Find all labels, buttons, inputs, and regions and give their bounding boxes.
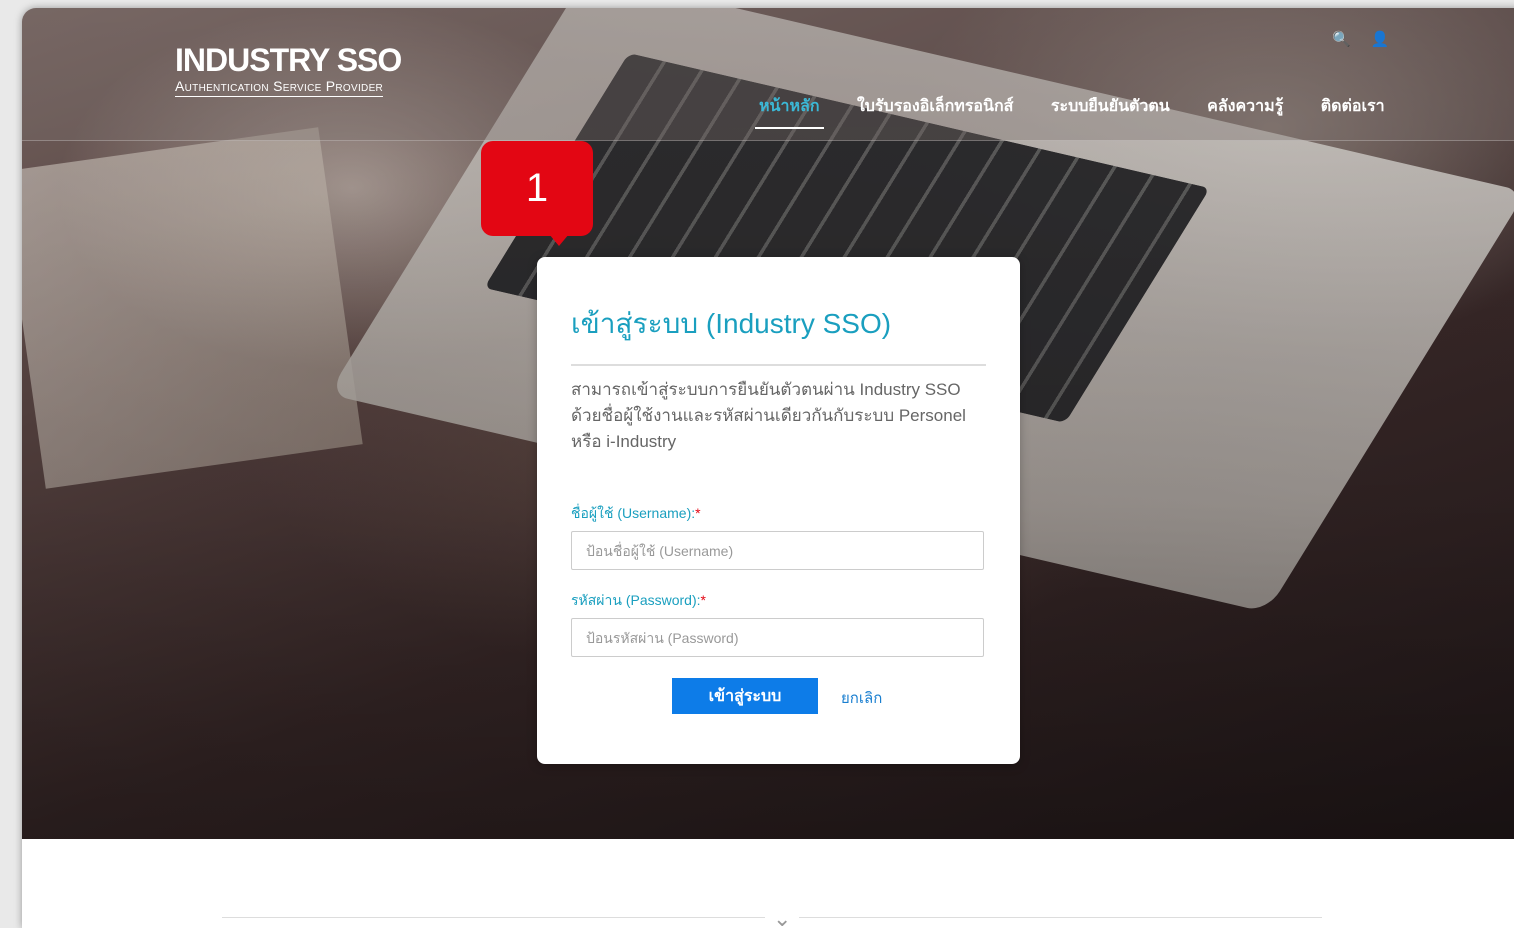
nav-item-authentication[interactable]: ระบบยืนยันตัวตน bbox=[1047, 94, 1174, 127]
step-callout: 1 bbox=[481, 141, 593, 246]
password-label: รหัสผ่าน (Password):* bbox=[571, 590, 706, 612]
required-mark: * bbox=[695, 505, 701, 521]
cancel-link[interactable]: ยกเลิก bbox=[841, 686, 882, 710]
main-nav: หน้าหลัก ใบรับรองอิเล็กทรอนิกส์ ระบบยืนย… bbox=[755, 94, 1414, 129]
nav-item-contact[interactable]: ติดต่อเรา bbox=[1317, 94, 1389, 127]
password-label-text: รหัสผ่าน (Password): bbox=[571, 592, 701, 608]
title-divider bbox=[571, 364, 986, 366]
nav-item-certificates[interactable]: ใบรับรองอิเล็กทรอนิกส์ bbox=[853, 94, 1017, 127]
hero-background: INDUSTRY SSO Authentication Service Prov… bbox=[22, 8, 1514, 839]
login-title: เข้าสู่ระบบ (Industry SSO) bbox=[571, 308, 892, 339]
required-mark: * bbox=[700, 592, 706, 608]
nav-item-home[interactable]: หน้าหลัก bbox=[755, 94, 824, 129]
username-input[interactable] bbox=[571, 531, 984, 570]
chevron-down-icon[interactable]: ⌄ bbox=[765, 906, 800, 928]
site-logo[interactable]: INDUSTRY SSO Authentication Service Prov… bbox=[175, 42, 402, 97]
logo-subtitle: Authentication Service Provider bbox=[175, 78, 384, 97]
login-description: สามารถเข้าสู่ระบบการยืนยันตัวตนผ่าน Indu… bbox=[571, 380, 966, 451]
search-icon[interactable]: 🔍 bbox=[1332, 30, 1351, 48]
login-card: เข้าสู่ระบบ (Industry SSO) สามารถเข้าสู่… bbox=[537, 257, 1020, 764]
logo-title: INDUSTRY SSO bbox=[175, 42, 402, 78]
user-icon[interactable]: 👤 bbox=[1371, 30, 1390, 48]
top-icons: 🔍 👤 bbox=[1332, 30, 1406, 48]
login-button[interactable]: เข้าสู่ระบบ bbox=[672, 678, 818, 714]
username-label: ชื่อผู้ใช้ (Username):* bbox=[571, 503, 701, 525]
username-label-text: ชื่อผู้ใช้ (Username): bbox=[571, 505, 696, 521]
top-navbar: INDUSTRY SSO Authentication Service Prov… bbox=[22, 8, 1514, 141]
nav-item-knowledge[interactable]: คลังความรู้ bbox=[1203, 94, 1287, 127]
browser-frame: INDUSTRY SSO Authentication Service Prov… bbox=[22, 8, 1514, 928]
password-input[interactable] bbox=[571, 618, 984, 657]
